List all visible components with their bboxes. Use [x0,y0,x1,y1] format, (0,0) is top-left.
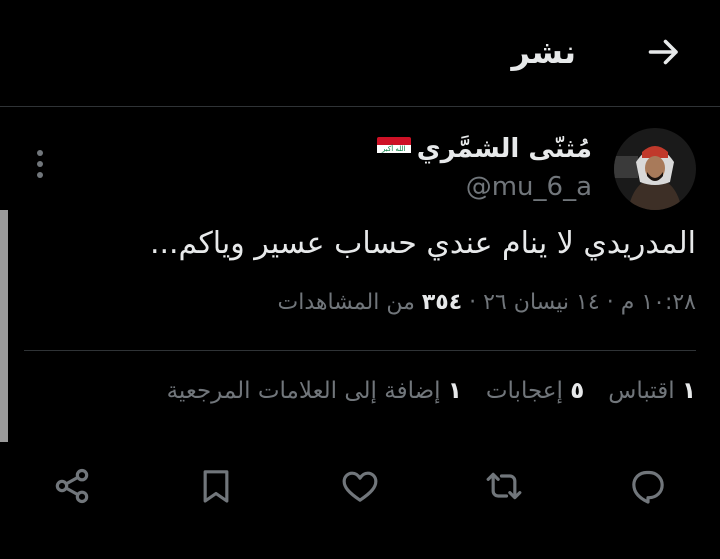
bookmarks-stat[interactable]: ١ إضافة إلى العلامات المرجعية [167,378,462,404]
tweet-text: المدريدي لا ينام عندي حساب عسير وياكم... [149,226,696,261]
views-label: من المشاهدات [277,290,415,315]
heart-icon [342,471,378,502]
author-handle[interactable]: @mu_6_a [466,172,592,202]
tweet-meta: ١٠:٢٨ م · ١٤ نيسان ٢٦ · ٣٥٤ من المشاهدات [278,290,697,315]
arrow-right-icon [648,39,678,65]
reply-icon [632,470,664,504]
more-options-button[interactable] [26,146,54,182]
views-count: ٣٥٤ [421,290,463,315]
meta-separator: · [606,290,614,315]
page-title: نشر [511,33,576,71]
tweet-date[interactable]: ١٤ نيسان ٢٦ [483,290,600,315]
back-button[interactable] [642,30,686,74]
dot-icon [37,161,43,167]
dot-icon [37,150,43,156]
author-display-name: مُثنّى الشمَّري [416,134,592,164]
top-bar: نشر [0,0,720,106]
share-icon [55,468,89,504]
engagement-stats: ١ اقتباس ٥ إعجابات ١ إضافة إلى العلامات … [167,378,696,404]
retweet-button[interactable] [480,462,528,510]
dot-icon [37,172,43,178]
like-button[interactable] [336,462,384,510]
header-divider [0,106,720,107]
avatar[interactable] [614,128,696,210]
bookmark-button[interactable] [192,462,240,510]
meta-divider [24,350,696,351]
flag-inscription: الله أكبر [376,145,411,153]
likes-stat[interactable]: ٥ إعجابات [486,378,584,404]
iraq-flag-icon: الله أكبر [376,137,411,161]
quotes-stat[interactable]: ١ اقتباس [608,378,696,404]
reply-button[interactable] [624,462,672,510]
share-button[interactable] [48,462,96,510]
retweet-icon [486,472,522,500]
meta-separator: · [469,290,477,315]
bookmark-icon [203,470,229,503]
scroll-indicator [0,210,8,442]
avatar-image [614,128,696,210]
author-name-row[interactable]: مُثنّى الشمَّري الله أكبر [376,134,592,164]
tweet-time[interactable]: ١٠:٢٨ م [621,290,696,315]
